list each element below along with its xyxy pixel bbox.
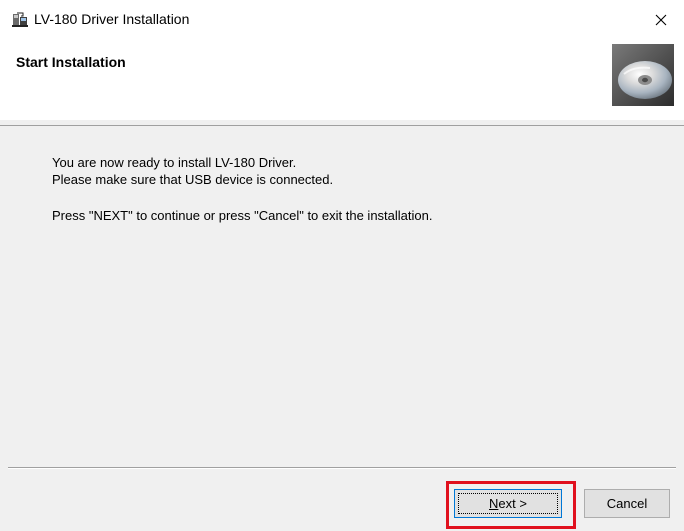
footer-divider [8, 467, 676, 469]
installer-app-icon [12, 12, 28, 27]
cancel-button[interactable]: Cancel [584, 489, 670, 518]
usb-message: Please make sure that USB device is conn… [52, 172, 334, 187]
close-button[interactable] [638, 0, 684, 40]
cancel-button-label: Cancel [606, 496, 648, 511]
ready-message: You are now ready to install LV-180 Driv… [52, 155, 297, 170]
title-bar[interactable]: LV-180 Driver Installation [0, 0, 684, 40]
page-title: Start Installation [16, 54, 126, 70]
window-title: LV-180 Driver Installation [34, 11, 190, 27]
instruction-message: Press "NEXT" to continue or press "Cance… [52, 208, 433, 223]
focus-rectangle [458, 493, 558, 514]
next-button[interactable]: Next > [454, 489, 562, 518]
header-divider [0, 125, 684, 126]
installer-window: LV-180 Driver Installation Start Install… [0, 0, 684, 531]
header-panel: Start Installation [0, 40, 684, 120]
cd-disc-icon [612, 44, 674, 106]
close-icon [655, 14, 667, 26]
